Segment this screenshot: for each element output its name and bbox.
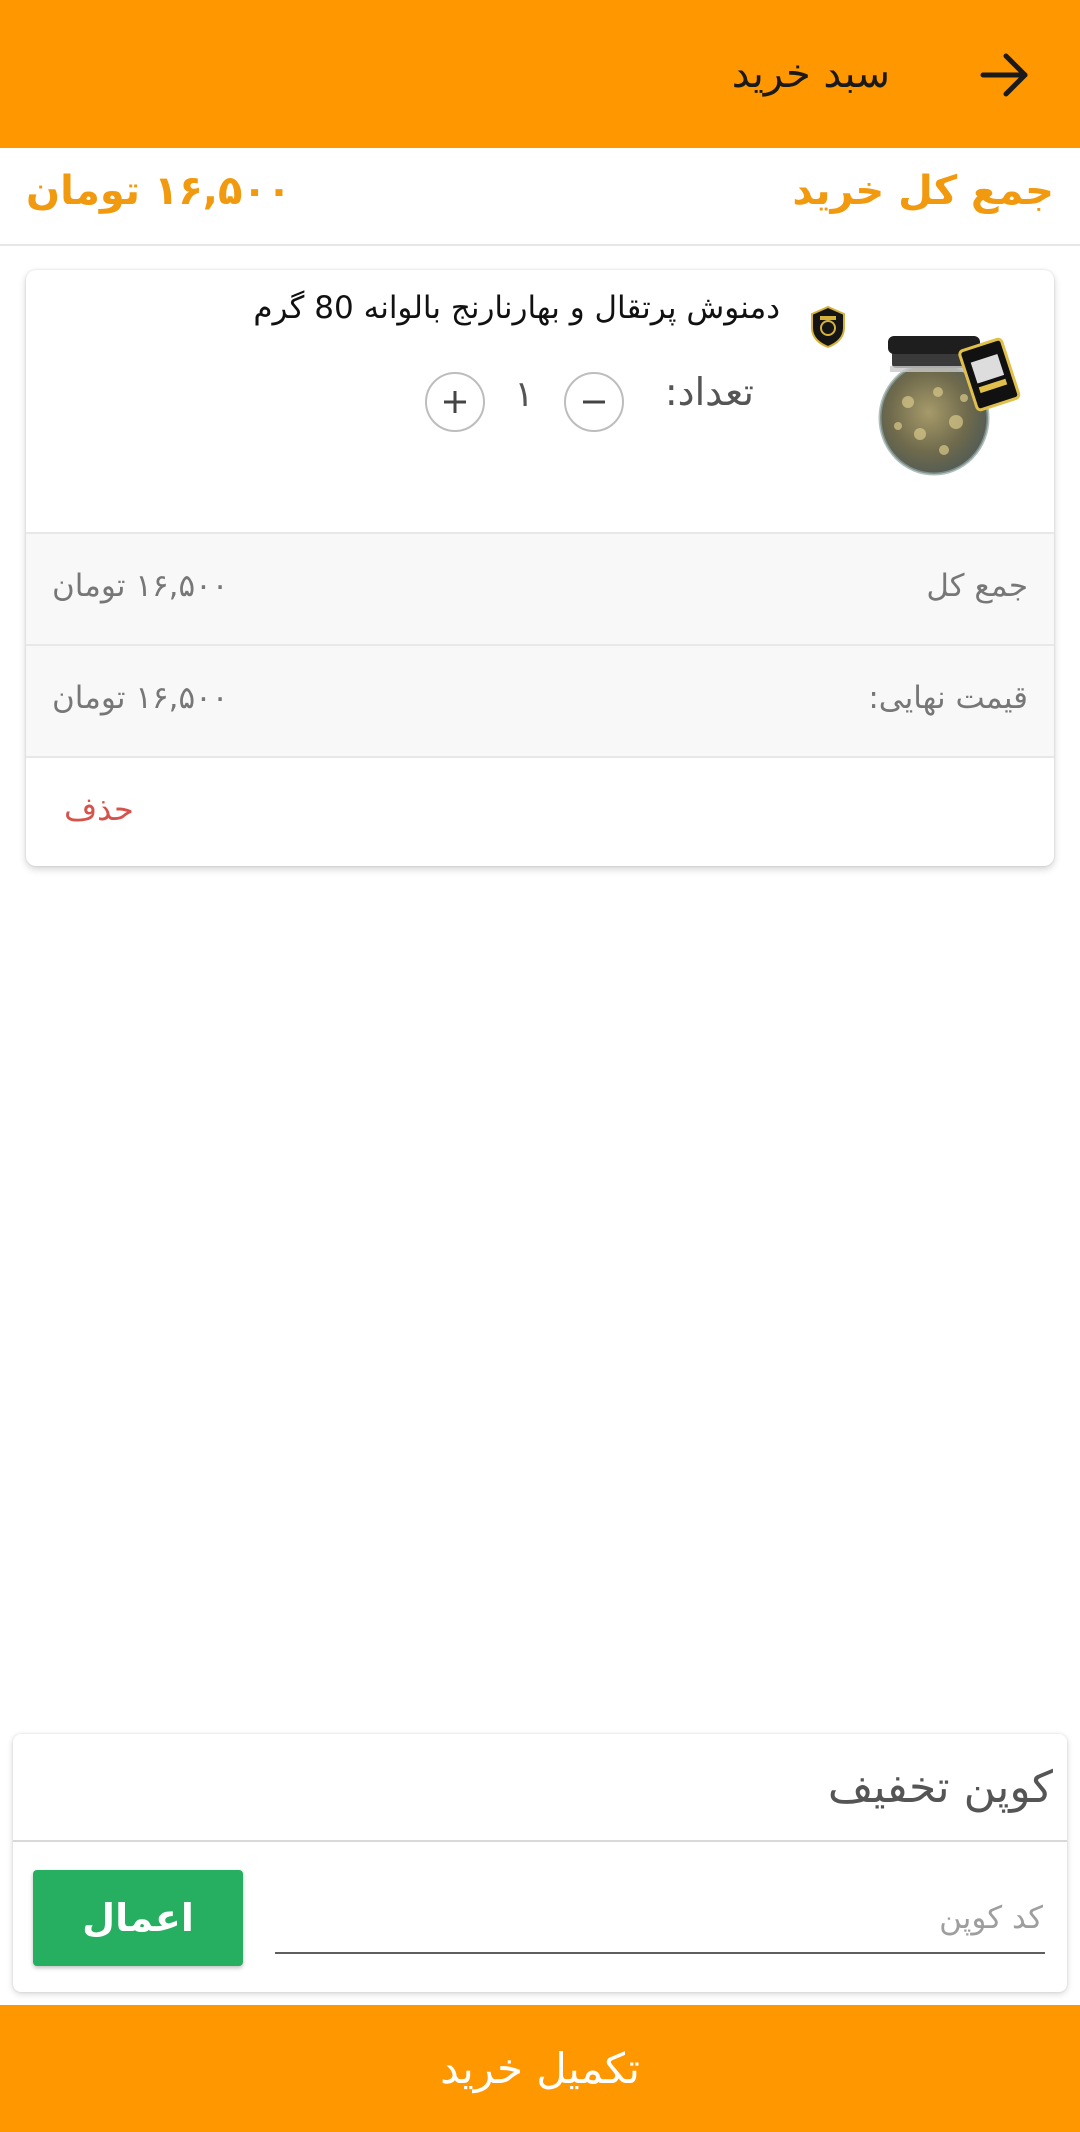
subtotal-value: ۱۶,۵۰۰ تومان: [52, 568, 229, 604]
final-price-row: قیمت نهایی: ۱۶,۵۰۰ تومان: [26, 644, 1054, 758]
brand-logo-icon: [811, 306, 845, 348]
quantity-label: تعداد:: [664, 370, 754, 414]
checkout-label: تکمیل خرید: [440, 2044, 640, 2093]
apply-coupon-button[interactable]: اعمال: [33, 1870, 243, 1966]
cart-total-label: جمع کل خرید: [792, 168, 1054, 214]
subtotal-label: جمع کل: [926, 568, 1028, 604]
back-button[interactable]: [966, 40, 1044, 110]
delete-button[interactable]: حذف: [64, 790, 134, 828]
page-title: سبد خرید: [731, 51, 890, 97]
cart-item-card: دمنوش پرتقال و بهارنارنج بالوانه 80 گرم …: [26, 270, 1054, 866]
cart-total-bar: جمع کل خرید ۱۶,۵۰۰ تومان: [0, 148, 1080, 246]
coupon-code-input[interactable]: [275, 1884, 1045, 1954]
product-name[interactable]: دمنوش پرتقال و بهارنارنج بالوانه 80 گرم: [253, 290, 780, 326]
app-bar: سبد خرید: [0, 0, 1080, 148]
decrease-quantity-button[interactable]: [564, 372, 624, 432]
coupon-title: کوپن تخفیف: [827, 1762, 1053, 1813]
final-price-label: قیمت نهایی:: [868, 680, 1028, 716]
plus-icon: [444, 391, 466, 413]
honey-jar-product-image[interactable]: [868, 322, 1026, 480]
increase-quantity-button[interactable]: [425, 372, 485, 432]
subtotal-row: جمع کل ۱۶,۵۰۰ تومان: [26, 532, 1054, 644]
cart-total-value: ۱۶,۵۰۰ تومان: [26, 168, 292, 214]
coupon-card: کوپن تخفیف اعمال: [13, 1734, 1067, 1992]
final-price-value: ۱۶,۵۰۰ تومان: [52, 680, 229, 716]
checkout-button[interactable]: تکمیل خرید: [0, 2005, 1080, 2132]
minus-icon: [583, 400, 605, 404]
divider: [13, 1840, 1067, 1842]
arrow-right-icon: [980, 53, 1028, 97]
quantity-value: ۱: [514, 374, 534, 415]
